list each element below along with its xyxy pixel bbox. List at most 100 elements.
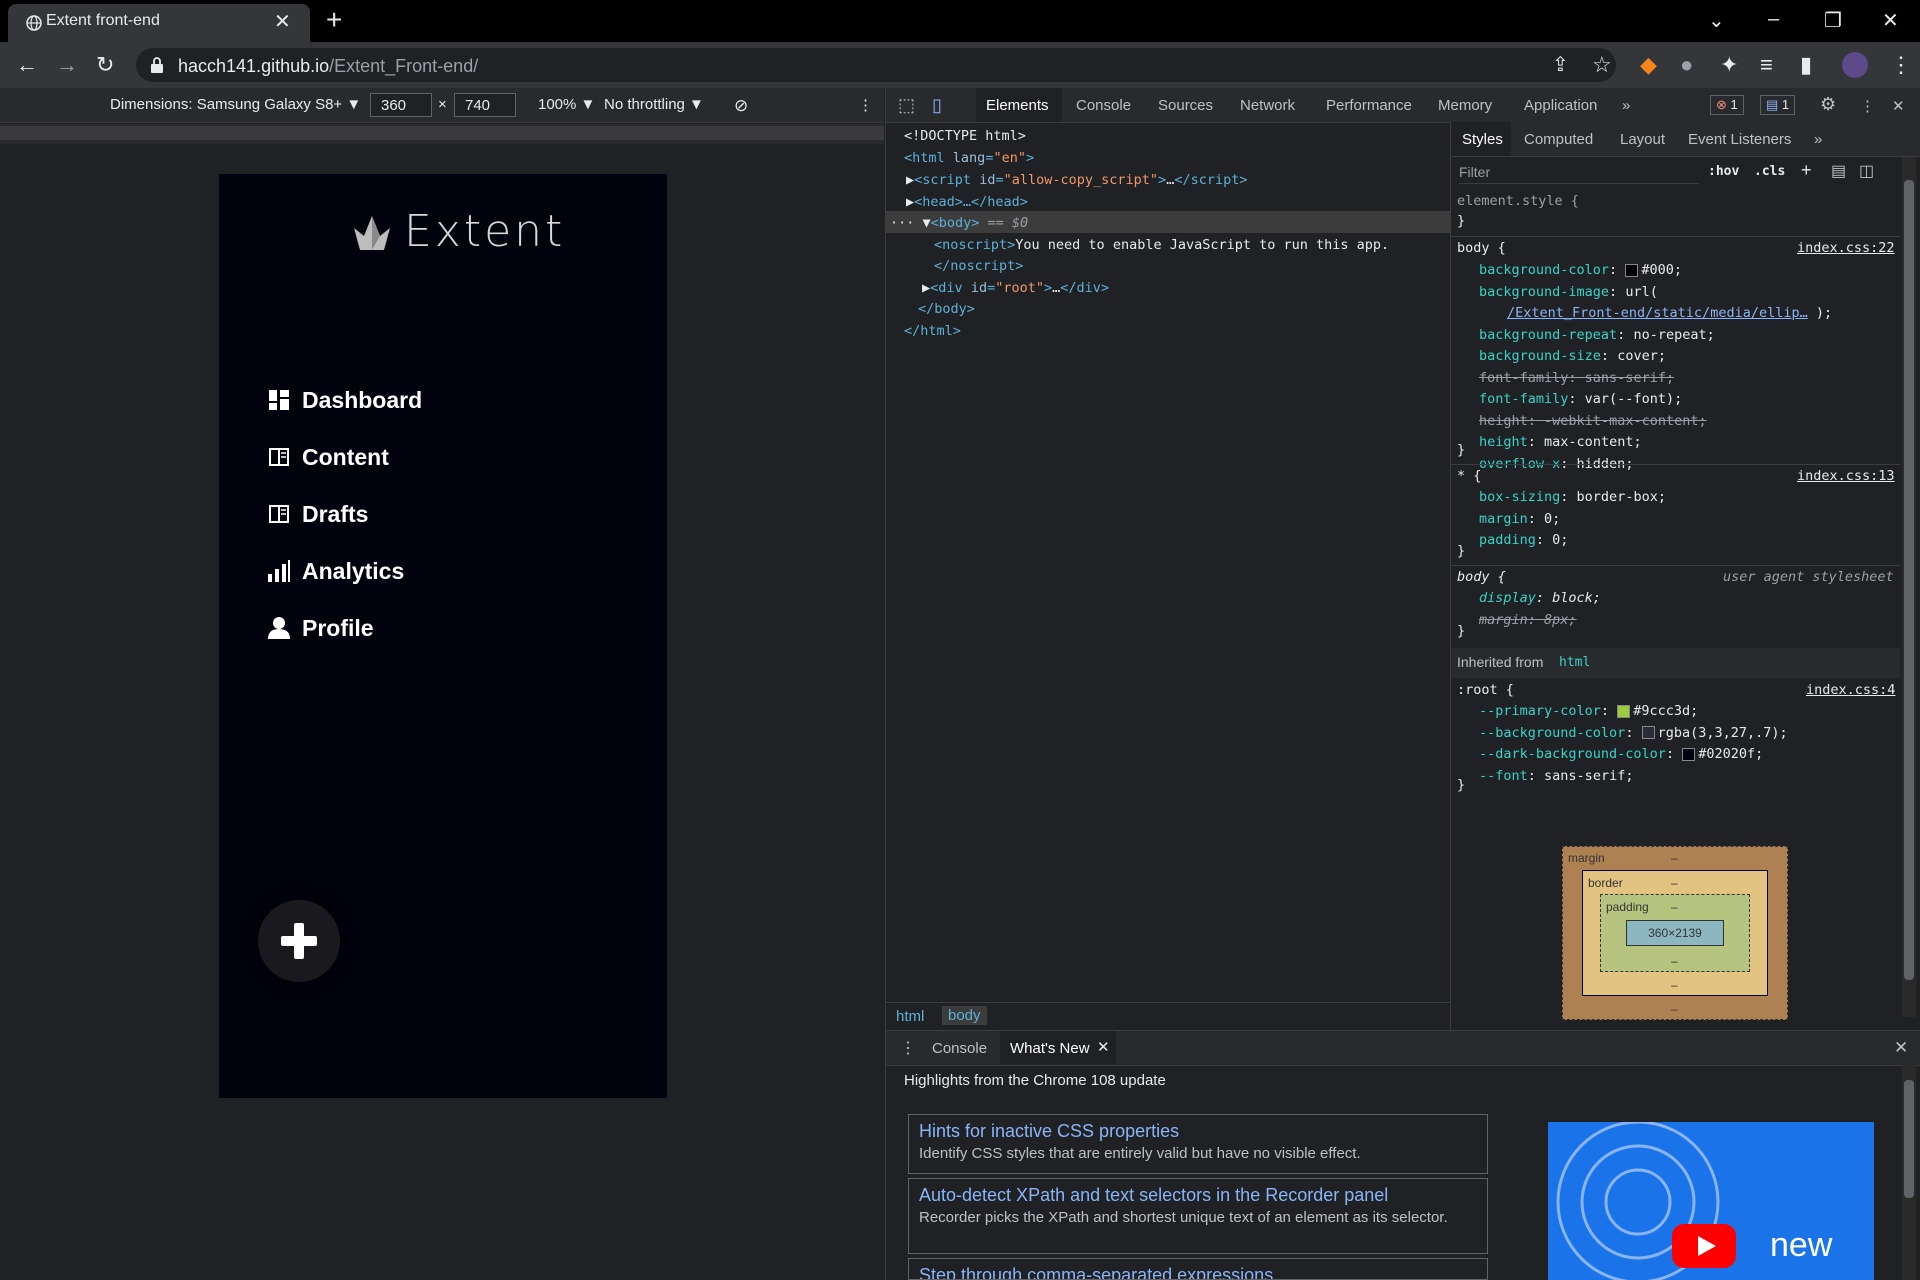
- drawer-tab-console[interactable]: Console: [932, 1040, 987, 1057]
- settings-gear-icon[interactable]: ⚙: [1820, 94, 1836, 115]
- dom-root-div-row[interactable]: ▶<div id="root">…</div>: [922, 278, 1109, 300]
- nav-item-dashboard[interactable]: Dashboard: [268, 380, 422, 420]
- expand-triangle-icon[interactable]: ▶: [906, 194, 914, 210]
- css-property-row[interactable]: background-color: #000;: [1479, 260, 1832, 282]
- css-property-name[interactable]: font-family: [1479, 391, 1568, 407]
- css-url-link[interactable]: /Extent_Front-end/static/media/ellip…: [1507, 305, 1808, 321]
- css-property-name[interactable]: background-image: [1479, 284, 1609, 300]
- close-drawer-icon[interactable]: ✕: [1894, 1038, 1908, 1058]
- dom-script-row[interactable]: ▶<script id="allow-copy_script">…</scrip…: [906, 170, 1248, 192]
- tab-styles[interactable]: Styles: [1462, 131, 1503, 148]
- close-devtools-icon[interactable]: ✕: [1892, 97, 1905, 115]
- css-property-row[interactable]: margin: 0;: [1479, 509, 1666, 531]
- tab-layout[interactable]: Layout: [1620, 131, 1665, 148]
- tab-network[interactable]: Network: [1240, 97, 1295, 114]
- whats-new-card[interactable]: Auto-detect XPath and text selectors in …: [908, 1178, 1488, 1254]
- hov-toggle[interactable]: :hov: [1708, 164, 1739, 179]
- css-property-name[interactable]: --dark-background-color: [1479, 746, 1666, 762]
- css-property-value[interactable]: var(--font);: [1585, 391, 1683, 407]
- paint-icon[interactable]: ▤: [1831, 161, 1846, 181]
- css-property-row[interactable]: /Extent_Front-end/static/media/ellip… );: [1479, 303, 1832, 325]
- forward-icon[interactable]: →: [56, 52, 78, 78]
- device-toggle-icon[interactable]: ▯: [932, 95, 942, 116]
- bookmark-star-icon[interactable]: ☆: [1592, 52, 1612, 78]
- expand-triangle-icon[interactable]: ▶: [922, 280, 930, 296]
- restore-button[interactable]: ❐: [1824, 8, 1842, 33]
- color-swatch-icon[interactable]: [1625, 263, 1639, 277]
- css-property-row[interactable]: background-repeat: no-repeat;: [1479, 325, 1832, 347]
- dom-head-row[interactable]: ▶<head>…</head>: [906, 192, 1028, 214]
- css-property-value[interactable]: 0;: [1544, 511, 1560, 527]
- expand-triangle-icon[interactable]: ▶: [906, 172, 914, 188]
- minimize-button[interactable]: –: [1768, 8, 1779, 31]
- drawer-tab-whats-new[interactable]: What's New: [1010, 1040, 1090, 1057]
- devtools-more-icon[interactable]: ⋮: [1860, 97, 1875, 115]
- color-swatch-icon[interactable]: [1641, 726, 1655, 739]
- tab-application[interactable]: Application: [1524, 97, 1597, 114]
- dom-noscript-row[interactable]: <noscript>You need to enable JavaScript …: [934, 235, 1389, 257]
- extension-icon[interactable]: ●: [1680, 52, 1693, 78]
- css-property-name[interactable]: --background-color: [1479, 725, 1625, 741]
- profile-avatar[interactable]: [1842, 52, 1868, 78]
- card-title[interactable]: Auto-detect XPath and text selectors in …: [919, 1185, 1477, 1206]
- css-property-value[interactable]: #000;: [1641, 262, 1682, 278]
- drawer-scrollbar-thumb[interactable]: [1904, 1080, 1914, 1198]
- whats-new-card[interactable]: Hints for inactive CSS properties Identi…: [908, 1114, 1488, 1174]
- new-rule-icon[interactable]: +: [1801, 160, 1812, 181]
- share-icon[interactable]: ⇪: [1552, 52, 1569, 77]
- css-property-name[interactable]: display: [1479, 590, 1536, 606]
- css-property-row[interactable]: height: max-content;: [1479, 432, 1832, 454]
- toggle-sidebar-icon[interactable]: ◫: [1859, 161, 1874, 181]
- tab-memory[interactable]: Memory: [1438, 97, 1492, 114]
- dom-body-row[interactable]: ··· ▼<body> == $0: [890, 213, 1028, 235]
- styles-filter-input[interactable]: Filter: [1459, 164, 1490, 180]
- color-swatch-icon[interactable]: [1682, 747, 1696, 761]
- css-property-name[interactable]: padding: [1479, 532, 1536, 548]
- body-rule-source[interactable]: index.css:22: [1797, 238, 1895, 260]
- breadcrumb-html[interactable]: html: [896, 1008, 924, 1025]
- new-tab-button[interactable]: +: [326, 4, 342, 36]
- css-property-value[interactable]: cover;: [1617, 348, 1666, 364]
- device-dimensions-select[interactable]: Dimensions: Samsung Galaxy S8+ ▼: [110, 96, 361, 113]
- side-panel-icon[interactable]: ▮: [1800, 52, 1812, 78]
- breadcrumb-body[interactable]: body: [942, 1006, 987, 1025]
- tab-console[interactable]: Console: [1076, 97, 1131, 114]
- add-button[interactable]: [258, 900, 340, 982]
- close-whats-new-icon[interactable]: ✕: [1097, 1038, 1110, 1056]
- whats-new-card[interactable]: Step through comma-separated expressions: [908, 1258, 1488, 1280]
- whats-new-video-thumbnail[interactable]: new: [1548, 1122, 1874, 1280]
- tab-performance[interactable]: Performance: [1326, 97, 1412, 114]
- device-height-input[interactable]: 740: [454, 93, 516, 117]
- css-property-name[interactable]: box-sizing: [1479, 489, 1560, 505]
- tab-elements[interactable]: Elements: [986, 97, 1049, 114]
- css-property-name[interactable]: background-color: [1479, 262, 1609, 278]
- css-property-row[interactable]: height: -webkit-max-content;: [1479, 411, 1832, 433]
- box-model-content-size[interactable]: 360×2139: [1626, 920, 1724, 946]
- css-property-name[interactable]: background-repeat: [1479, 327, 1617, 343]
- error-count-badge[interactable]: ⊗ 1: [1710, 95, 1744, 115]
- extensions-puzzle-icon[interactable]: ✦: [1720, 52, 1738, 78]
- throttling-select[interactable]: No throttling ▼: [604, 96, 704, 113]
- close-window-button[interactable]: ✕: [1882, 8, 1899, 33]
- root-rule-source[interactable]: index.css:4: [1806, 680, 1895, 702]
- tab-search-icon[interactable]: ⌄: [1708, 8, 1725, 33]
- more-menu-icon[interactable]: ⋮: [1890, 52, 1912, 78]
- drawer-menu-icon[interactable]: ⋮: [900, 1038, 916, 1058]
- tab-close-icon[interactable]: ✕: [274, 9, 291, 34]
- card-title[interactable]: Step through comma-separated expressions: [919, 1265, 1477, 1279]
- css-property-value[interactable]: rgba(3,3,27,.7);: [1658, 725, 1788, 741]
- inspect-element-icon[interactable]: ⬚: [898, 95, 915, 116]
- nav-item-content[interactable]: Content: [268, 437, 389, 477]
- css-property-value[interactable]: -webkit-max-content;: [1544, 413, 1707, 429]
- css-property-row[interactable]: --primary-color: #9ccc3d;: [1479, 701, 1788, 723]
- css-property-row[interactable]: --dark-background-color: #02020f;: [1479, 744, 1788, 766]
- zoom-select[interactable]: 100% ▼: [538, 96, 595, 113]
- tab-sources[interactable]: Sources: [1158, 97, 1213, 114]
- css-property-value[interactable]: no-repeat;: [1633, 327, 1714, 343]
- tab-computed[interactable]: Computed: [1524, 131, 1593, 148]
- css-property-row[interactable]: padding: 0;: [1479, 530, 1666, 552]
- dom-html-open[interactable]: <html lang="en">: [904, 148, 1034, 170]
- css-property-value[interactable]: 0;: [1552, 532, 1568, 548]
- css-property-name[interactable]: height: [1479, 413, 1528, 429]
- css-property-name[interactable]: height: [1479, 434, 1528, 450]
